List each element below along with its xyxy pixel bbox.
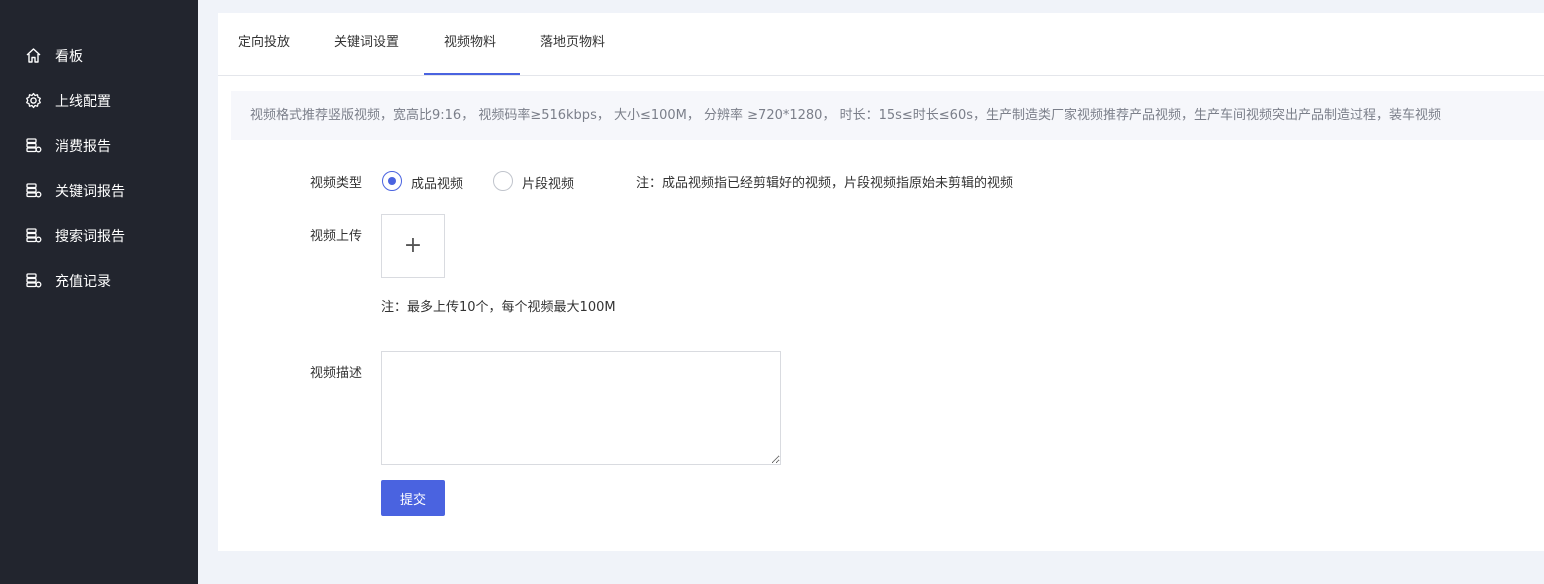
- database-icon: [24, 137, 42, 155]
- tab-bar: 定向投放 关键词设置 视频物料 落地页物料: [218, 13, 1544, 76]
- tab-video-material[interactable]: 视频物料: [444, 13, 496, 76]
- upload-note: 注：最多上传10个，每个视频最大100M: [381, 300, 616, 315]
- sidebar-item-dashboard[interactable]: 看板: [0, 33, 198, 78]
- sidebar-item-label: 充值记录: [55, 273, 111, 290]
- radio-clip-video-label[interactable]: 片段视频: [522, 173, 574, 192]
- sidebar-item-search-term-report[interactable]: 搜索词报告: [0, 213, 198, 258]
- plus-icon: +: [403, 233, 423, 258]
- sidebar-item-keyword-report[interactable]: 关键词报告: [0, 168, 198, 213]
- sidebar-item-label: 关键词报告: [55, 183, 125, 200]
- video-type-note: 注：成品视频指已经剪辑好的视频，片段视频指原始未剪辑的视频: [636, 176, 1014, 191]
- main-card: 定向投放 关键词设置 视频物料 落地页物料 视频格式推荐竖版视频，宽高比9:16…: [218, 13, 1544, 551]
- video-type-label: 视频类型: [310, 176, 363, 191]
- sidebar-item-launch-config[interactable]: 上线配置: [0, 78, 198, 123]
- tab-targeting[interactable]: 定向投放: [238, 13, 290, 76]
- home-icon: [24, 47, 42, 65]
- database-icon: [24, 227, 42, 245]
- video-format-notice: 视频格式推荐竖版视频，宽高比9:16， 视频码率≥516kbps， 大小≤100…: [231, 91, 1544, 140]
- sidebar-item-label: 上线配置: [55, 93, 111, 110]
- video-description-input[interactable]: [381, 351, 781, 465]
- sidebar-item-label: 看板: [55, 48, 83, 65]
- active-tab-indicator: [424, 73, 520, 75]
- video-upload-button[interactable]: +: [381, 214, 445, 278]
- sidebar: 看板 上线配置 消费报告 关键词报告 搜索词报告 充值记录: [0, 0, 198, 584]
- database-icon: [24, 182, 42, 200]
- sidebar-item-label: 消费报告: [55, 138, 111, 155]
- sidebar-item-spend-report[interactable]: 消费报告: [0, 123, 198, 168]
- tab-keyword-settings[interactable]: 关键词设置: [334, 13, 399, 76]
- radio-clip-video[interactable]: [493, 171, 513, 191]
- video-upload-label: 视频上传: [310, 229, 363, 244]
- sidebar-item-recharge-records[interactable]: 充值记录: [0, 258, 198, 303]
- submit-button[interactable]: 提交: [381, 480, 445, 516]
- sidebar-item-label: 搜索词报告: [55, 228, 125, 245]
- database-icon: [24, 272, 42, 290]
- video-description-label: 视频描述: [310, 366, 363, 381]
- radio-finished-video[interactable]: [382, 171, 402, 191]
- gear-icon: [24, 92, 42, 110]
- radio-finished-video-label[interactable]: 成品视频: [411, 173, 463, 192]
- tab-landing-page-material[interactable]: 落地页物料: [540, 13, 605, 76]
